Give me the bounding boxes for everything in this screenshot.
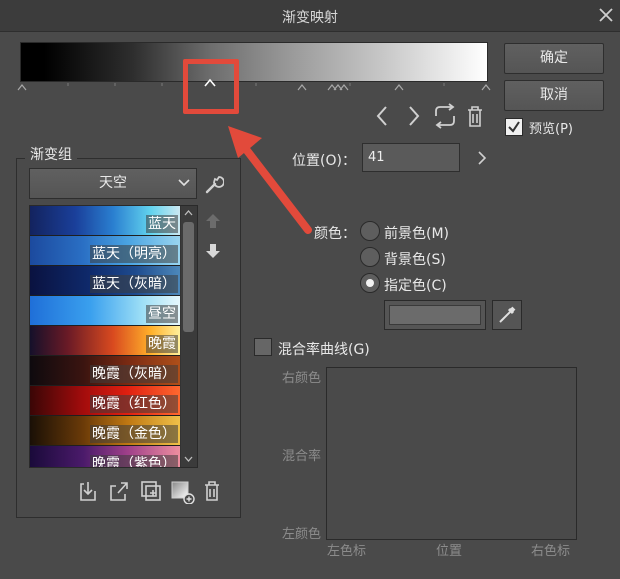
list-item-label: 昼空 xyxy=(146,305,178,323)
list-item[interactable]: 蓝天 xyxy=(30,206,181,236)
chevron-down-icon xyxy=(178,179,190,187)
new-gradient-icon[interactable] xyxy=(171,481,195,504)
list-item[interactable]: 晚霞（紫色） xyxy=(30,446,181,467)
preview-label: 预览(P) xyxy=(529,122,573,137)
stop-navigation-toolbar xyxy=(376,103,482,129)
preview-checkbox[interactable] xyxy=(505,118,523,136)
chevron-right-icon[interactable] xyxy=(475,149,489,167)
curve-y-top-label: 右颜色 xyxy=(282,371,322,386)
list-item-label: 晚霞（灰暗） xyxy=(90,365,178,383)
curve-y-bottom-label: 左颜色 xyxy=(282,527,322,542)
specified-color-radio[interactable] xyxy=(360,273,380,293)
scroll-down-icon[interactable] xyxy=(183,454,194,464)
background-color-radio[interactable] xyxy=(360,247,380,267)
background-color-label: 背景色(S) xyxy=(384,252,446,268)
list-item-label: 晚霞 xyxy=(146,335,178,353)
blend-curve-checkbox[interactable] xyxy=(254,338,272,356)
scrollbar-thumb[interactable] xyxy=(183,222,194,332)
gradient-set-dropdown[interactable]: 天空 xyxy=(29,168,197,199)
foreground-color-label: 前景色(M) xyxy=(384,226,450,242)
window-title: 渐变映射 xyxy=(282,10,338,26)
color-label: 颜色： xyxy=(314,226,356,242)
move-up-icon[interactable] xyxy=(204,212,222,230)
prev-stop-icon[interactable] xyxy=(376,106,387,126)
gradient-list[interactable]: 蓝天 蓝天（明亮） 蓝天（灰暗） 昼空 晚霞 晚霞（灰暗） 晚霞（红色） 晚霞（… xyxy=(29,205,198,468)
list-item-label: 蓝天（灰暗） xyxy=(90,275,178,293)
import-gradient-icon[interactable] xyxy=(80,482,96,501)
eyedropper-icon[interactable] xyxy=(492,300,522,330)
wrench-icon[interactable] xyxy=(202,173,224,195)
list-item[interactable]: 晚霞（灰暗） xyxy=(30,356,181,386)
list-item-label: 蓝天 xyxy=(146,215,178,233)
position-input[interactable]: 41 xyxy=(362,143,460,172)
duplicate-gradient-icon[interactable] xyxy=(141,481,161,501)
curve-x-right-label: 右色标 xyxy=(531,544,571,559)
gradient-set-toolbar xyxy=(80,481,219,504)
list-item-label: 晚霞（紫色） xyxy=(90,455,178,467)
foreground-color-radio[interactable] xyxy=(360,221,380,241)
list-item-label: 晚霞（金色） xyxy=(90,425,178,443)
scroll-up-icon[interactable] xyxy=(183,208,194,218)
blend-curve-graph[interactable] xyxy=(326,367,577,540)
list-item[interactable]: 昼空 xyxy=(30,296,181,326)
blend-curve-label: 混合率曲线(G) xyxy=(278,342,370,358)
curve-x-mid-label: 位置 xyxy=(436,544,463,559)
reverse-gradient-icon[interactable] xyxy=(435,103,455,129)
close-icon[interactable] xyxy=(596,5,616,25)
gradient-set-title: 渐变组 xyxy=(25,144,77,164)
specified-color-label: 指定色(C) xyxy=(384,278,447,294)
list-item-label: 晚霞（红色） xyxy=(90,395,178,413)
curve-y-mid-label: 混合率 xyxy=(282,449,322,464)
list-item[interactable]: 蓝天（灰暗） xyxy=(30,266,181,296)
gradient-preview-bar[interactable] xyxy=(20,42,488,82)
list-item[interactable]: 晚霞（金色） xyxy=(30,416,181,446)
move-down-icon[interactable] xyxy=(204,242,222,260)
list-item[interactable]: 晚霞（红色） xyxy=(30,386,181,416)
color-swatch[interactable] xyxy=(384,300,486,330)
list-item[interactable]: 蓝天（明亮） xyxy=(30,236,181,266)
position-label: 位置(O)： xyxy=(292,153,356,169)
delete-gradient-icon[interactable] xyxy=(205,481,219,501)
ok-button[interactable]: 确定 xyxy=(504,43,604,74)
cancel-button[interactable]: 取消 xyxy=(504,80,604,111)
delete-stop-icon[interactable] xyxy=(468,106,482,127)
gradient-stops-track[interactable] xyxy=(16,80,496,92)
color-swatch-fill xyxy=(389,305,481,325)
curve-x-left-label: 左色标 xyxy=(327,544,367,559)
selected-stop-caret-icon[interactable] xyxy=(199,76,221,88)
checkmark-icon xyxy=(508,121,520,133)
list-item[interactable]: 晚霞 xyxy=(30,326,181,356)
list-item-label: 蓝天（明亮） xyxy=(90,245,178,263)
next-stop-icon[interactable] xyxy=(409,106,420,126)
export-gradient-icon[interactable] xyxy=(110,482,128,501)
